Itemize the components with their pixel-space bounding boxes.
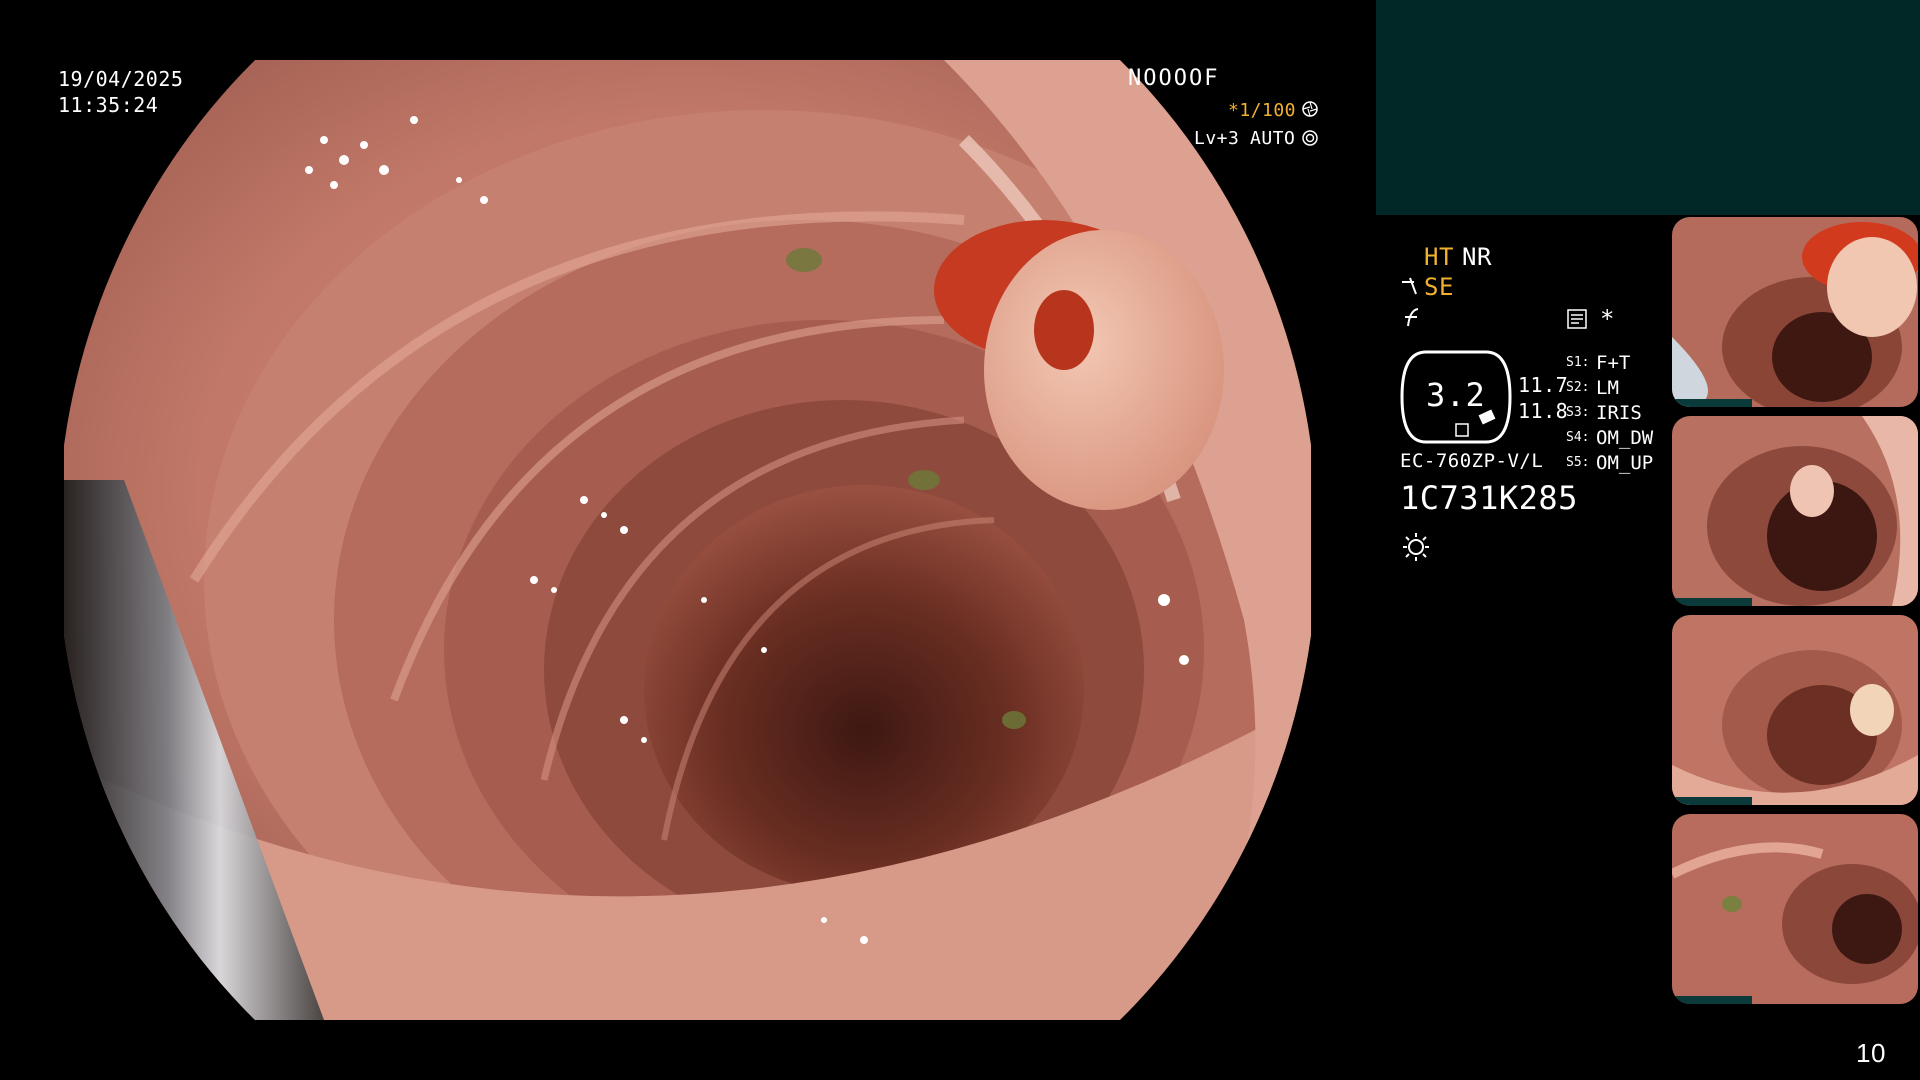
switch-value: F+T xyxy=(1596,351,1631,374)
light-icon xyxy=(1400,530,1432,562)
thumbnail-4[interactable] xyxy=(1672,814,1918,1004)
se-indicator: SE xyxy=(1424,273,1454,301)
patient-code: NOOOOF xyxy=(1128,66,1220,91)
thumbnail-bar xyxy=(1672,399,1752,407)
switch-row: S2: LM xyxy=(1566,375,1666,400)
thumbnail-bar xyxy=(1672,598,1752,606)
switch-key: S4: xyxy=(1566,430,1590,445)
ht-indicator: HT xyxy=(1424,243,1454,271)
iris-icon xyxy=(1302,130,1318,146)
star-indicator: * xyxy=(1600,305,1615,333)
info-panel-header xyxy=(1376,0,1920,215)
switch-row: S4: OM_DW xyxy=(1566,425,1666,450)
switch-row: S1: F+T xyxy=(1566,350,1666,375)
value-bottom: 11.8 xyxy=(1518,399,1569,423)
scope-serial: 1C731K285 xyxy=(1400,479,1578,517)
thumbnail-image xyxy=(1672,217,1918,407)
thumbnail-image xyxy=(1672,416,1918,606)
page-number: 10 xyxy=(1856,1038,1886,1068)
colon-lumen-image xyxy=(64,60,1311,1020)
thumbnail-2[interactable] xyxy=(1672,416,1918,606)
f-signal-icon xyxy=(1402,306,1424,328)
scope-switch-list: S1: F+T S2: LM S3: IRIS S4: OM_DW S5: OM… xyxy=(1566,350,1666,475)
switch-key: S1: xyxy=(1566,355,1590,370)
thumbnail-1[interactable] xyxy=(1672,217,1918,407)
structure-enhance-icon xyxy=(1400,276,1422,298)
switch-row: S5: OM_UP xyxy=(1566,450,1666,475)
switch-value: OM_UP xyxy=(1596,451,1654,474)
switch-key: S3: xyxy=(1566,405,1590,420)
date-label: 19/04/2025 xyxy=(58,67,184,91)
zoom-value: 3.2 xyxy=(1426,376,1486,414)
switch-row: S3: IRIS xyxy=(1566,400,1666,425)
value-top: 11.7 xyxy=(1518,373,1569,397)
memo-icon xyxy=(1566,308,1588,330)
switch-value: IRIS xyxy=(1596,401,1642,424)
shutter-value: *1/100 xyxy=(1228,100,1297,121)
thumbnail-image xyxy=(1672,615,1918,805)
nr-indicator: NR xyxy=(1462,243,1492,271)
switch-key: S5: xyxy=(1566,455,1590,470)
thumbnail-image xyxy=(1672,814,1918,1004)
thumbnail-bar xyxy=(1672,797,1752,805)
switch-value: LM xyxy=(1596,376,1619,399)
thumbnail-bar xyxy=(1672,996,1752,1004)
mode-value: AUTO xyxy=(1250,128,1296,149)
switch-value: OM_DW xyxy=(1596,426,1654,449)
time-label: 11:35:24 xyxy=(58,93,159,117)
endoscopic-view xyxy=(64,60,1311,1020)
aperture-icon xyxy=(1302,101,1318,117)
thumbnail-3[interactable] xyxy=(1672,615,1918,805)
level-value: Lv+3 xyxy=(1194,128,1240,149)
switch-key: S2: xyxy=(1566,380,1590,395)
scope-model: EC-760ZP-V/L xyxy=(1400,450,1544,472)
